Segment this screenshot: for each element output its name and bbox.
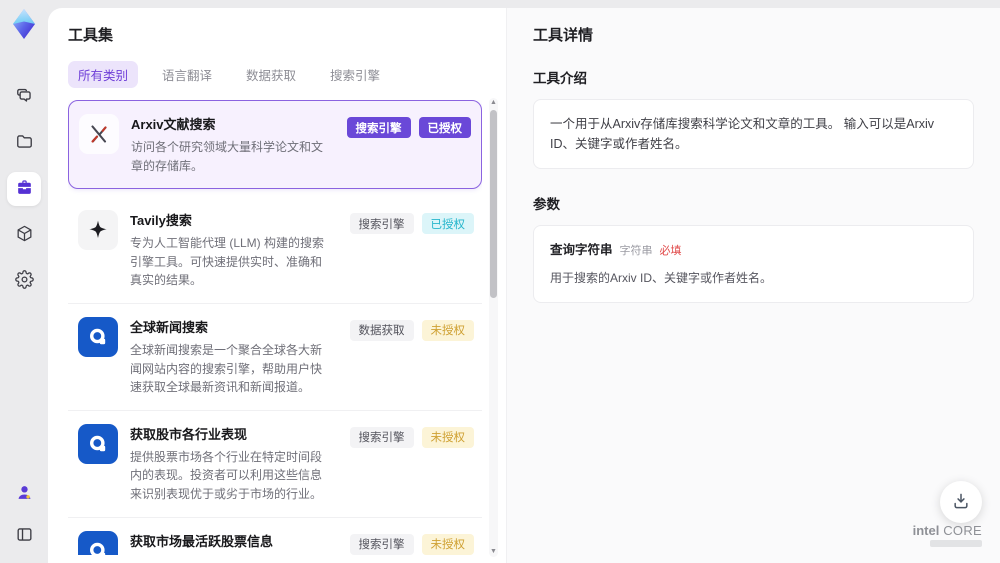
scroll-down-arrow-icon[interactable]: ▼ — [489, 547, 498, 557]
chat-icon — [15, 86, 34, 108]
tab-1[interactable]: 语言翻译 — [152, 61, 222, 88]
param-description: 用于搜索的Arxiv ID、关键字或作者姓名。 — [550, 270, 773, 285]
auth-status-badge: 未授权 — [421, 533, 474, 555]
tool-card-description: 访问各个研究领域大量科学论文和文章的存储库。 — [131, 140, 324, 173]
app-logo-icon — [8, 8, 40, 40]
tool-card[interactable]: Arxiv文献搜索访问各个研究领域大量科学论文和文章的存储库。 搜索引擎 已授权 — [68, 100, 482, 190]
gear-icon — [14, 270, 34, 292]
category-badge: 搜索引擎 — [349, 426, 414, 448]
intel-ultra-mark — [930, 540, 982, 547]
tool-card-title: 全球新闻搜索 — [130, 319, 209, 335]
tavily-star-icon — [78, 210, 118, 251]
tools-panel: 工具集 所有类别 语言翻译 数据获取 搜索引擎 Arxiv文献搜索 访问各个研究领域大量… — [48, 8, 506, 563]
param-type: 字符串 — [619, 245, 653, 257]
briefcase-icon — [15, 178, 34, 200]
tool-card-description: 专为人工智能代理 (LLM) 构建的搜索引擎工具。可快速提供实时、准确和真实的结… — [130, 236, 325, 288]
news-search-icon — [78, 316, 118, 357]
avatar-icon — [15, 483, 34, 505]
tool-card-title: Tavily搜索 — [130, 213, 192, 229]
page-title: 工具集 — [68, 27, 114, 44]
params-heading: 参数 — [533, 197, 560, 212]
active-stocks-icon — [78, 530, 118, 555]
sidebar — [0, 0, 48, 563]
sidebar-item-avatar[interactable] — [7, 477, 41, 511]
parameter-item: 查询字符串 字符串 必填用于搜索的Arxiv ID、关键字或作者姓名。 — [550, 240, 957, 288]
tool-card[interactable]: 获取市场最活跃股票信息提供当天交易量最高的股票列表，投资者可以利用这些信息来识别… — [68, 517, 482, 555]
tab-2[interactable]: 数据获取 — [236, 61, 306, 88]
intro-text-box: 一个用于从Arxiv存储库搜索科学论文和文章的工具。 输入可以是Arxiv ID… — [533, 99, 974, 169]
category-badge: 搜索引擎 — [346, 117, 411, 138]
sidebar-nav — [7, 80, 41, 298]
tool-card-title: 获取市场最活跃股票信息 — [130, 533, 274, 549]
download-icon — [951, 491, 971, 514]
scrollbar[interactable]: ▲ ▼ — [489, 98, 498, 557]
sidebar-item-panel-toggle[interactable] — [7, 519, 41, 553]
intro-heading: 工具介绍 — [533, 71, 587, 86]
auth-status-badge: 未授权 — [421, 319, 474, 341]
tool-card[interactable]: Tavily搜索专为人工智能代理 (LLM) 构建的搜索引擎工具。可快速提供实时… — [68, 197, 482, 304]
intel-core-label: intel CORE — [912, 523, 982, 538]
intel-core-branding: intel CORE — [913, 523, 982, 547]
stock-sector-icon — [78, 423, 118, 464]
sidebar-bottom — [7, 477, 41, 553]
category-badge: 搜索引擎 — [349, 213, 414, 235]
download-button[interactable] — [940, 481, 982, 523]
tab-0[interactable]: 所有类别 — [68, 61, 139, 88]
sidebar-item-gear[interactable] — [7, 264, 41, 298]
tool-card-title: Arxiv文献搜索 — [131, 117, 216, 132]
scroll-up-arrow-icon[interactable]: ▲ — [489, 98, 498, 108]
tool-card-description: 全球新闻搜索是一个聚合全球各大新闻网站内容的搜索引擎，帮助用户快速获取全球最新资… — [130, 342, 323, 395]
auth-status-badge: 已授权 — [418, 117, 471, 138]
auth-status-badge: 未授权 — [421, 426, 474, 448]
tool-card[interactable]: 全球新闻搜索全球新闻搜索是一个聚合全球各大新闻网站内容的搜索引擎，帮助用户快速获… — [68, 303, 482, 411]
tool-list: Arxiv文献搜索 访问各个研究领域大量科学论文和文章的存储库。 搜索引擎 已授权 Ta… — [68, 100, 482, 555]
tab-3[interactable]: 搜索引擎 — [320, 61, 390, 88]
tool-card[interactable]: 获取股市各行业表现提供股票市场各个行业在特定时间段内的表现。投资者可以利用这些信… — [68, 410, 482, 518]
cube-icon — [15, 224, 34, 246]
details-panel: 工具详情 工具介绍 一个用于从Arxiv存储库搜索科学论文和文章的工具。 输入可… — [506, 8, 1000, 563]
category-badge: 搜索引擎 — [349, 533, 414, 555]
category-tabs: 所有类别 语言翻译 数据获取 搜索引擎 — [68, 61, 482, 88]
main-surface: 工具集 所有类别 语言翻译 数据获取 搜索引擎 Arxiv文献搜索 访问各个研究领域大量… — [48, 8, 1000, 563]
sidebar-item-cube[interactable] — [7, 218, 41, 252]
param-list: 查询字符串 字符串 必填用于搜索的Arxiv ID、关键字或作者姓名。 — [533, 225, 974, 303]
param-name: 查询字符串 — [550, 243, 613, 257]
sidebar-item-folder[interactable] — [7, 126, 41, 160]
scrollbar-thumb[interactable] — [490, 110, 497, 298]
tool-card-title: 获取股市各行业表现 — [130, 426, 248, 442]
folder-icon — [15, 132, 34, 154]
details-title: 工具详情 — [533, 27, 594, 44]
tool-card-description: 提供股票市场各个行业在特定时间段内的表现。投资者可以利用这些信息来识别表现优于或… — [130, 449, 323, 501]
arxiv-logo-icon — [79, 114, 119, 154]
sidebar-item-chat[interactable] — [7, 80, 41, 114]
sidebar-item-briefcase[interactable] — [7, 172, 41, 206]
panel-toggle-icon — [15, 525, 34, 547]
param-required-flag: 必填 — [659, 245, 682, 257]
category-badge: 数据获取 — [349, 319, 414, 341]
auth-status-badge: 已授权 — [421, 213, 474, 235]
